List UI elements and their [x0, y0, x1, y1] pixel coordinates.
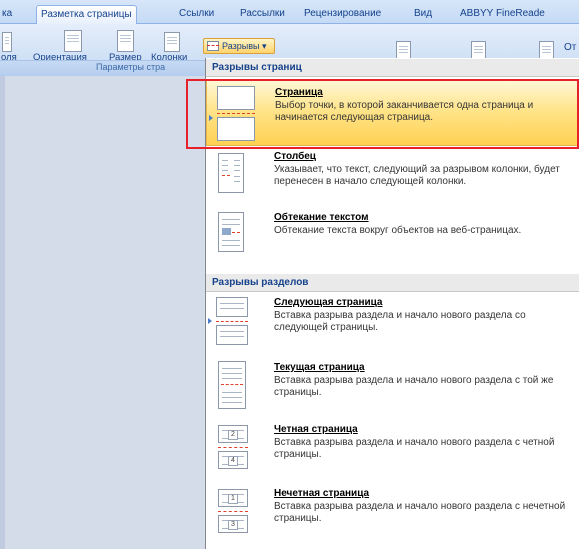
menu-item-title: Следующая страница [274, 297, 383, 308]
tab-mailings[interactable]: Рассылки [236, 5, 289, 24]
section-next-page-icon [216, 297, 250, 347]
document-edge [0, 76, 5, 549]
orientation-icon[interactable] [64, 30, 82, 52]
menu-item-description: Выбор точки, в которой заканчивается одн… [275, 100, 534, 123]
page-break-icon [217, 86, 257, 142]
menu-item-next-page[interactable]: Следующая страница Вставка разрыва разде… [206, 294, 579, 352]
menu-section-section-breaks: Разрывы разделов [206, 274, 579, 292]
menu-item-title: Текущая страница [274, 362, 365, 373]
selection-arrow-icon [208, 318, 212, 324]
tab-home[interactable]: ка [0, 5, 16, 24]
page-borders-icon[interactable] [539, 41, 554, 59]
tab-review[interactable]: Рецензирование [300, 5, 385, 24]
menu-item-even-page[interactable]: 2 4 Четная страница Вставка разрыва разд… [206, 420, 579, 478]
section-odd-page-icon: 1 3 [216, 489, 250, 535]
menu-item-description: Вставка разрыва раздела и начало нового … [274, 375, 554, 398]
menu-section-page-breaks: Разрывы страниц [206, 59, 579, 77]
section-even-page-icon: 2 4 [216, 425, 250, 471]
menu-item-column[interactable]: Столбец Указывает, что текст, следующий … [206, 147, 579, 205]
document-area [0, 76, 205, 549]
breaks-button-label: Разрывы [222, 41, 260, 51]
column-break-icon [218, 153, 244, 193]
page-break-icon [207, 41, 219, 51]
menu-item-continuous[interactable]: Текущая страница Вставка разрыва раздела… [206, 358, 579, 416]
ribbon-group-page-setup: Параметры стра [0, 60, 210, 76]
columns-icon[interactable] [164, 32, 180, 52]
menu-item-title: Страница [275, 87, 323, 98]
section-continuous-icon [218, 361, 246, 409]
menu-item-page[interactable]: Страница Выбор точки, в которой заканчив… [206, 80, 579, 146]
menu-item-description: Обтекание текста вокруг объектов на веб-… [274, 225, 522, 236]
tab-page-layout[interactable]: Разметка страницы [36, 5, 137, 25]
menu-item-title: Обтекание текстом [274, 212, 369, 223]
menu-item-description: Вставка разрыва раздела и начало нового … [274, 501, 566, 524]
group-label: Параметры стра [96, 62, 166, 72]
tab-abbyy[interactable]: ABBYY FineReade [456, 5, 549, 24]
menu-item-title: Четная страница [274, 424, 358, 435]
menu-item-title: Нечетная страница [274, 488, 370, 499]
breaks-button[interactable]: Разрывы ▾ [203, 38, 275, 54]
menu-item-description: Вставка разрыва раздела и начало нового … [274, 437, 555, 460]
watermark-icon[interactable] [396, 41, 411, 59]
ribbon-tab-strip: ка Разметка страницы Ссылки Рассылки Рец… [0, 0, 579, 25]
menu-item-text-wrapping[interactable]: Обтекание текстом Обтекание текста вокру… [206, 208, 579, 266]
tab-view[interactable]: Вид [410, 5, 436, 24]
menu-item-odd-page[interactable]: 1 3 Нечетная страница Вставка разрыва ра… [206, 484, 579, 542]
truncated-button[interactable]: От [564, 42, 576, 53]
page-color-icon[interactable] [471, 41, 486, 59]
chevron-down-icon: ▾ [261, 41, 267, 51]
text-wrapping-icon [218, 212, 244, 252]
menu-item-title: Столбец [274, 151, 316, 162]
menu-item-description: Указывает, что текст, следующий за разры… [274, 164, 560, 187]
size-icon[interactable] [117, 30, 134, 52]
selection-arrow-icon [209, 115, 213, 121]
menu-item-description: Вставка разрыва раздела и начало нового … [274, 310, 526, 333]
tab-references[interactable]: Ссылки [175, 5, 218, 24]
margins-icon[interactable] [2, 32, 12, 52]
